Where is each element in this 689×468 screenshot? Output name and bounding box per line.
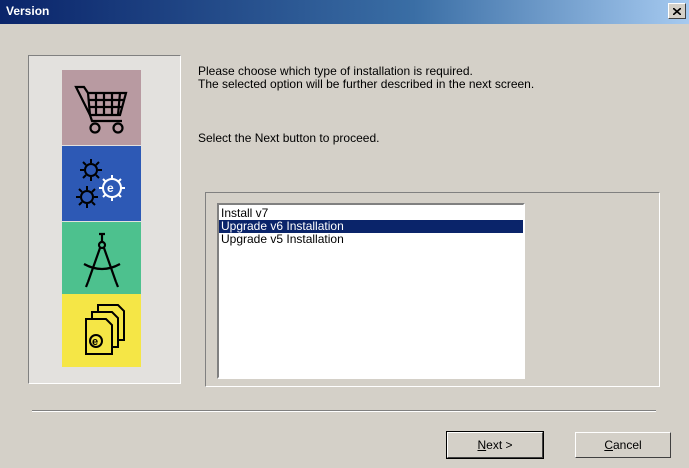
list-item[interactable]: Upgrade v5 Installation	[219, 233, 523, 246]
window-title: Version	[6, 4, 50, 18]
close-icon	[673, 7, 681, 15]
documents-tile: e	[62, 294, 141, 367]
installer-dialog: Version e e Please choose which type of …	[0, 0, 689, 468]
drafting-compass-icon	[82, 232, 121, 287]
gears-icon: e	[75, 158, 125, 208]
shopping-cart-icon	[73, 85, 127, 134]
svg-text:e: e	[92, 336, 98, 348]
cancel-button-label: Cancel	[604, 438, 642, 452]
title-bar[interactable]: Version	[0, 0, 689, 24]
svg-text:e: e	[107, 181, 114, 195]
installation-type-listbox[interactable]: Install v7 Upgrade v6 Installation Upgrade…	[217, 203, 525, 379]
shopping-cart-tile	[62, 70, 141, 145]
next-button-label: Next >	[477, 438, 513, 452]
gears-tile: e	[62, 146, 141, 221]
instruction-line-2: The selected option will be further desc…	[198, 77, 535, 91]
side-image-panel: e e	[28, 55, 181, 384]
instruction-line-3: Select the Next button to proceed.	[198, 131, 380, 145]
next-button[interactable]: Next >	[446, 431, 544, 459]
drafting-tile	[62, 222, 141, 297]
cancel-button[interactable]: Cancel	[575, 432, 671, 458]
documents-icon: e	[84, 303, 125, 355]
close-button[interactable]	[668, 3, 686, 19]
separator	[32, 410, 656, 412]
